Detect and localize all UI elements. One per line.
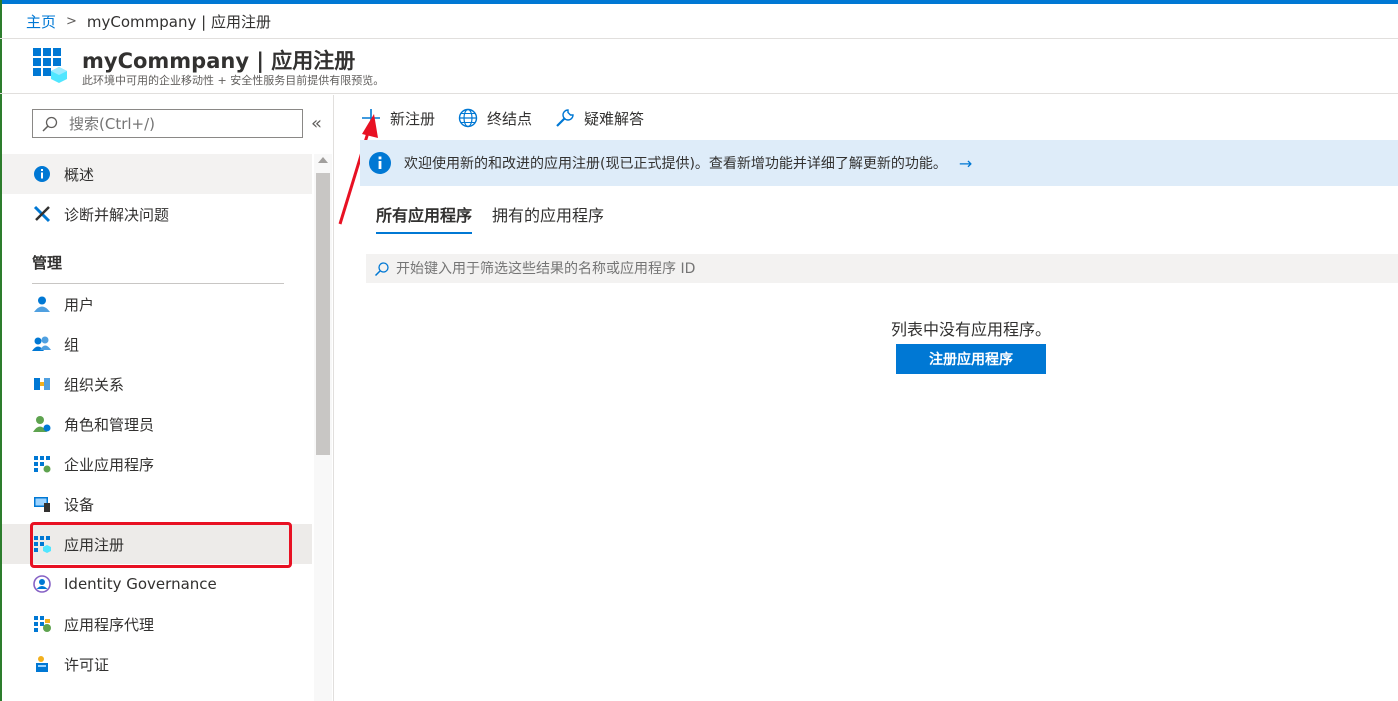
sidebar-item-users[interactable]: 用户 bbox=[2, 284, 312, 324]
sidebar-item-label: 用户 bbox=[64, 295, 95, 314]
identity-governance-icon bbox=[32, 574, 52, 594]
tools-icon bbox=[32, 204, 52, 224]
group-icon bbox=[32, 334, 52, 354]
troubleshoot-label: 疑难解答 bbox=[584, 109, 645, 128]
user-icon bbox=[32, 294, 52, 314]
annotation-highlight-box bbox=[30, 522, 292, 568]
sidebar-item-enterprise-apps[interactable]: 企业应用程序 bbox=[2, 444, 312, 484]
filter-input[interactable] bbox=[396, 260, 1296, 277]
sidebar-item-label: Identity Governance bbox=[64, 575, 217, 593]
info-banner[interactable]: 欢迎使用新的和改进的应用注册(现已正式提供)。查看新增功能并详细了解更新的功能。… bbox=[360, 140, 1398, 186]
sidebar-item-label: 诊断并解决问题 bbox=[64, 205, 170, 224]
chevron-right-icon: > bbox=[66, 13, 77, 29]
breadcrumb-current: myCommpany | 应用注册 bbox=[86, 12, 271, 31]
empty-state-message: 列表中没有应用程序。 bbox=[890, 320, 1051, 339]
page-subtitle: 此环境中可用的企业移动性 + 安全性服务目前提供有限预览。 bbox=[82, 74, 385, 87]
roles-admins-icon bbox=[32, 414, 52, 434]
sidebar-item-label: 企业应用程序 bbox=[64, 455, 155, 474]
scroll-up-icon[interactable] bbox=[318, 157, 328, 163]
tab-owned-applications[interactable]: 拥有的应用程序 bbox=[492, 202, 604, 234]
sidebar-item-label: 组织关系 bbox=[64, 375, 125, 394]
sidebar-item-groups[interactable]: 组 bbox=[2, 324, 312, 364]
sidebar-item-label: 许可证 bbox=[64, 655, 110, 674]
sidebar-item-diagnose[interactable]: 诊断并解决问题 bbox=[2, 194, 312, 234]
sidebar-item-org-relations[interactable]: 组织关系 bbox=[2, 364, 312, 404]
command-bar: 新注册 终结点 疑难解答 bbox=[360, 104, 666, 132]
info-banner-text: 欢迎使用新的和改进的应用注册(现已正式提供)。查看新增功能并详细了解更新的功能。 bbox=[404, 156, 947, 172]
sidebar-item-label: 组 bbox=[64, 335, 80, 354]
arrow-right-icon[interactable]: → bbox=[959, 154, 972, 173]
search-icon bbox=[42, 116, 58, 132]
troubleshoot-button[interactable]: 疑难解答 bbox=[554, 107, 644, 129]
sidebar: « 概述 诊断并解决问题 管理 用户 组 bbox=[2, 95, 334, 701]
sidebar-item-roles-admins[interactable]: 角色和管理员 bbox=[2, 404, 312, 444]
info-icon bbox=[32, 164, 52, 184]
sidebar-item-label: 应用程序代理 bbox=[64, 615, 155, 634]
sidebar-item-identity-governance[interactable]: Identity Governance bbox=[2, 564, 312, 604]
sidebar-search-input[interactable] bbox=[69, 114, 289, 133]
sidebar-item-label: 角色和管理员 bbox=[64, 415, 155, 434]
page-title: myCommpany | 应用注册 bbox=[82, 49, 356, 73]
register-application-button[interactable]: 注册应用程序 bbox=[896, 344, 1046, 374]
new-registration-label: 新注册 bbox=[390, 109, 436, 128]
sidebar-search[interactable] bbox=[32, 109, 303, 138]
top-accent-bar bbox=[0, 0, 1398, 4]
app-registrations-icon bbox=[33, 48, 67, 83]
endpoints-label: 终结点 bbox=[487, 109, 533, 128]
info-icon bbox=[369, 152, 391, 174]
section-manage-heading: 管理 bbox=[2, 234, 312, 284]
filter-box[interactable] bbox=[366, 254, 1398, 283]
scrollbar-thumb[interactable] bbox=[316, 173, 330, 455]
endpoints-button[interactable]: 终结点 bbox=[457, 107, 532, 129]
enterprise-apps-icon bbox=[32, 454, 52, 474]
wrench-icon bbox=[554, 107, 576, 129]
tab-all-applications[interactable]: 所有应用程序 bbox=[376, 202, 473, 234]
app-proxy-icon bbox=[32, 614, 52, 634]
sidebar-item-devices[interactable]: 设备 bbox=[2, 484, 312, 524]
breadcrumb: 主页 > myCommpany | 应用注册 bbox=[26, 10, 271, 32]
search-icon bbox=[374, 261, 389, 276]
page-header: myCommpany | 应用注册 此环境中可用的企业移动性 + 安全性服务目前… bbox=[0, 38, 1398, 94]
org-relations-icon bbox=[32, 374, 52, 394]
sidebar-nav: 概述 诊断并解决问题 管理 用户 组 组织关系 角色和管理员 企业应用程序 设备… bbox=[2, 154, 312, 684]
sidebar-item-app-proxy[interactable]: 应用程序代理 bbox=[2, 604, 312, 644]
sidebar-item-label: 设备 bbox=[64, 495, 95, 514]
globe-icon bbox=[457, 107, 479, 129]
sidebar-item-overview[interactable]: 概述 bbox=[2, 154, 312, 194]
device-icon bbox=[32, 494, 52, 514]
sidebar-item-label: 概述 bbox=[64, 165, 95, 184]
section-manage-label: 管理 bbox=[32, 254, 63, 272]
sidebar-item-licenses[interactable]: 许可证 bbox=[2, 644, 312, 684]
app-tabs: 所有应用程序 拥有的应用程序 bbox=[376, 202, 624, 234]
breadcrumb-home-link[interactable]: 主页 bbox=[26, 11, 56, 32]
collapse-sidebar-icon[interactable]: « bbox=[311, 113, 322, 134]
license-icon bbox=[32, 654, 52, 674]
